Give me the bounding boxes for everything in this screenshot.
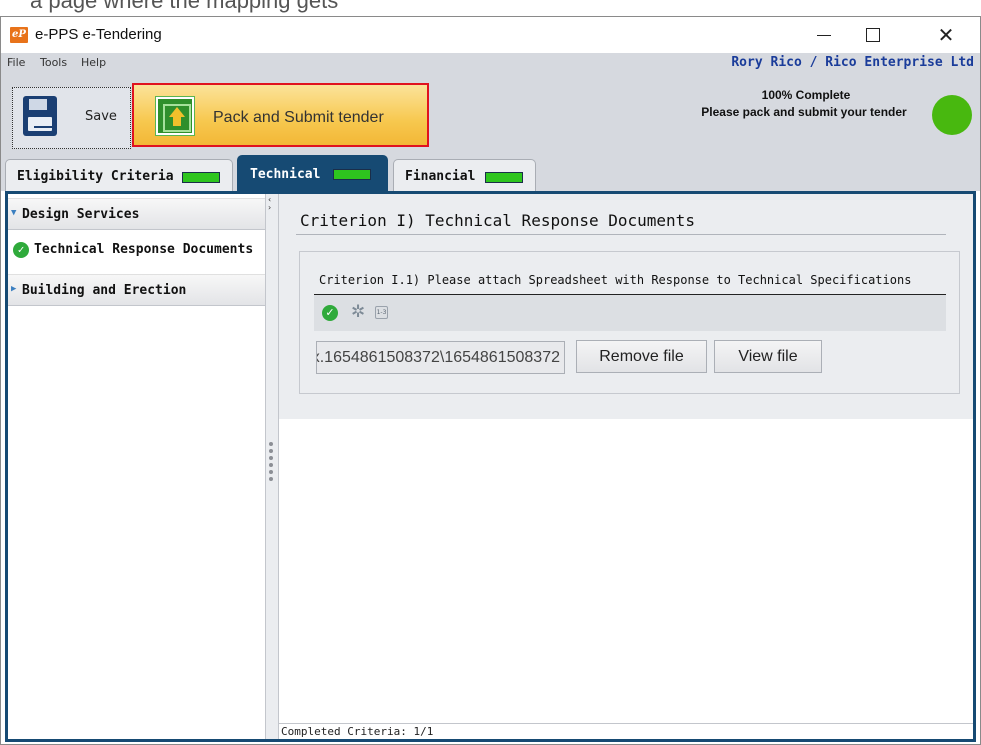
title-divider (296, 234, 946, 235)
menu-bar: File Tools Help Rory Rico / Rico Enterpr… (1, 53, 980, 73)
cropped-text: a page where the mapping gets (30, 0, 339, 13)
criteria-tree: ▼ Design Services ✓ Technical Response D… (8, 194, 266, 739)
tree-item-label: Technical Response Documents (34, 242, 254, 257)
cropped-top-strip: a page where the mapping gets (0, 0, 981, 16)
remove-file-button[interactable]: Remove file (576, 340, 707, 373)
sequence-icon: 1-3 (375, 306, 388, 319)
tab-technical-label: Technical (250, 167, 321, 182)
collapse-arrows-icon[interactable]: ‹ › (268, 196, 271, 212)
progress-status-title: 100% Complete (761, 88, 851, 102)
tab-financial-progress (485, 172, 523, 183)
close-button[interactable]: ✕ (923, 17, 969, 53)
close-icon: ✕ (937, 23, 955, 47)
pack-and-submit-label: Pack and Submit tender (213, 109, 384, 126)
expanded-triangle-icon: ▼ (11, 208, 17, 218)
tree-section-design-services[interactable]: ▼ Design Services (8, 198, 265, 230)
view-file-button[interactable]: View file (714, 340, 822, 373)
app-logo-icon: eP (10, 27, 28, 43)
question-text: Criterion I.1) Please attach Spreadsheet… (319, 273, 912, 287)
collapsed-triangle-icon: ▶ (11, 284, 17, 294)
floppy-lines-icon (34, 126, 52, 136)
mandatory-asterisk-icon: ✲ (351, 302, 366, 322)
tab-eligibility-label: Eligibility Criteria (17, 169, 174, 184)
status-indicator-icon (932, 95, 972, 135)
criterion-detail: Criterion I) Technical Response Document… (278, 194, 973, 739)
progress-status-message: Please pack and submit your tender (701, 105, 907, 119)
tab-financial[interactable]: Financial (393, 159, 536, 191)
complete-check-icon: ✓ (322, 305, 338, 321)
tab-bar: Eligibility Criteria Technical Financial (1, 153, 980, 191)
tab-financial-label: Financial (405, 169, 476, 184)
menu-file[interactable]: File (7, 56, 25, 69)
tab-technical[interactable]: Technical (237, 155, 388, 191)
upload-arrow-icon (156, 97, 194, 135)
menu-tools[interactable]: Tools (40, 56, 67, 69)
question-icons-bar: ✓ ✲ 1-3 (314, 295, 946, 331)
arrow-head (169, 107, 185, 117)
tab-eligibility-criteria[interactable]: Eligibility Criteria (5, 159, 233, 191)
save-label: Save (85, 109, 117, 124)
minimize-button[interactable] (801, 17, 847, 53)
maximize-button[interactable] (850, 17, 896, 53)
status-bar: Completed Criteria: 1/1 (279, 723, 973, 739)
completed-criteria-text: Completed Criteria: 1/1 (281, 725, 434, 738)
toolbar: Save Pack and Submit tender 100% Complet… (1, 73, 980, 153)
pack-and-submit-button[interactable]: Pack and Submit tender (132, 83, 429, 147)
tree-section-label: Building and Erection (22, 283, 187, 298)
attached-file-field[interactable]: 1654861508372\1654861508372.docx (316, 341, 565, 374)
tab-technical-progress (333, 169, 371, 180)
maximize-icon (866, 28, 880, 42)
app-window: eP e-PPS e-Tendering ✕ File Tools Help R… (0, 16, 981, 745)
tree-section-building-erection[interactable]: ▶ Building and Erection (8, 274, 265, 306)
minimize-icon (817, 34, 831, 36)
window-title: e-PPS e-Tendering (35, 26, 162, 43)
content-frame: ▼ Design Services ✓ Technical Response D… (5, 191, 976, 742)
criterion-title: Criterion I) Technical Response Document… (300, 211, 695, 230)
check-icon: ✓ (13, 242, 29, 258)
tree-item-technical-response[interactable]: ✓ Technical Response Documents (8, 234, 265, 266)
save-button[interactable]: Save (12, 87, 131, 149)
menu-help[interactable]: Help (81, 56, 106, 69)
drag-handle-icon[interactable] (269, 442, 274, 484)
title-bar: eP e-PPS e-Tendering ✕ (1, 17, 980, 53)
criterion-section: Criterion I) Technical Response Document… (279, 194, 973, 419)
question-panel: Criterion I.1) Please attach Spreadsheet… (299, 251, 960, 394)
tree-section-label: Design Services (22, 207, 140, 222)
user-label: Rory Rico / Rico Enterprise Ltd (731, 55, 974, 70)
tab-eligibility-progress (182, 172, 220, 183)
arrow-stem (173, 117, 181, 126)
pane-splitter[interactable]: ‹ › (266, 194, 278, 739)
